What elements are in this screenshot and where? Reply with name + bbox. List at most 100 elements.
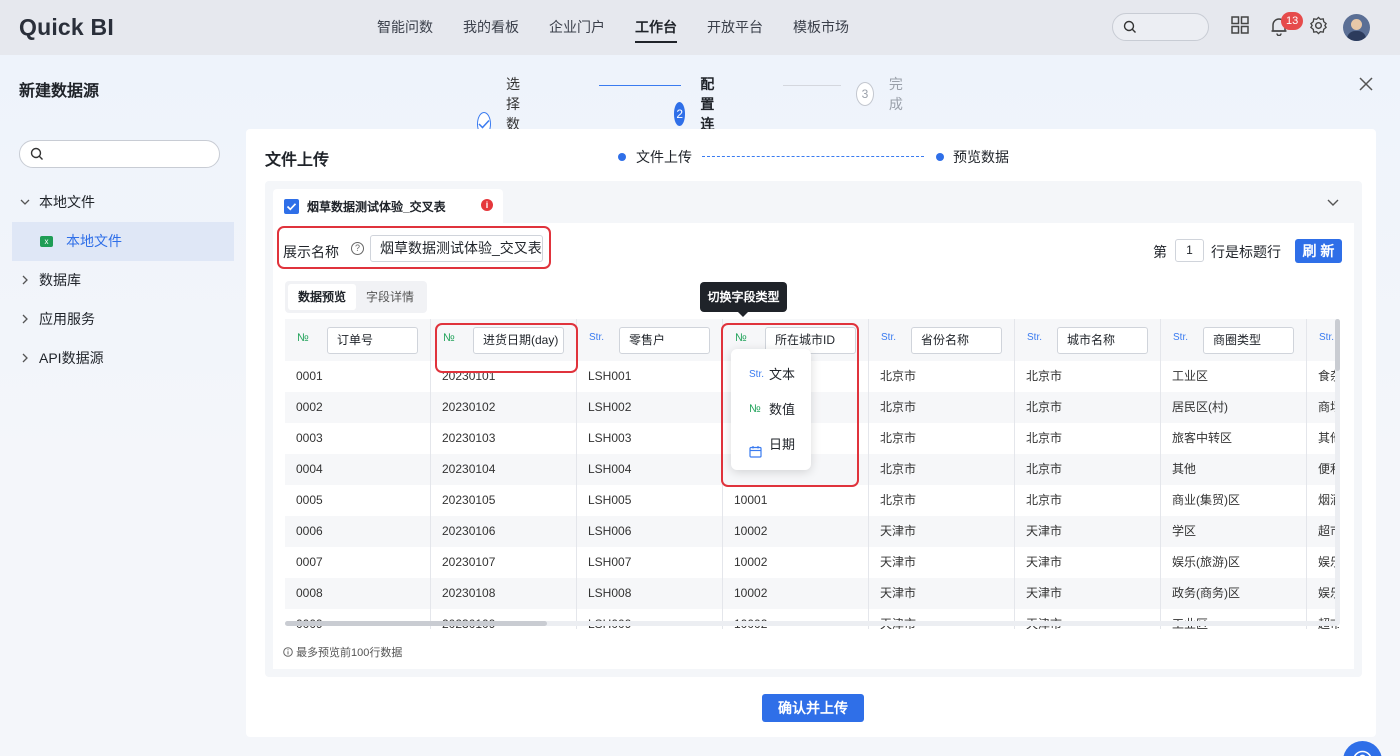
table-cell: 天津市 bbox=[1015, 547, 1161, 578]
table-cell: 政务(商务)区 bbox=[1161, 578, 1307, 609]
confirm-upload-button[interactable]: 确认并上传 bbox=[762, 694, 864, 722]
tree-local-files[interactable]: 本地文件 bbox=[12, 183, 234, 222]
preview-tabs: 数据预览 字段详情 bbox=[285, 281, 428, 313]
scrollbar-thumb[interactable] bbox=[1335, 319, 1340, 371]
field-type-toggle[interactable]: № bbox=[443, 332, 455, 344]
table-header: № 订单号 № 进货日期(day) Str. 零售户 № 所在城市ID Str.… bbox=[285, 319, 1339, 361]
header-row-input[interactable]: 1 bbox=[1175, 239, 1204, 262]
file-checkbox[interactable] bbox=[284, 199, 299, 214]
field-type-toggle[interactable]: № bbox=[297, 332, 309, 344]
table-cell: 居民区(村) bbox=[1161, 392, 1307, 423]
display-name-label: 展示名称 bbox=[283, 244, 339, 260]
tree-app-services[interactable]: 应用服务 bbox=[12, 300, 234, 339]
field-type-toggle[interactable]: Str. bbox=[881, 332, 896, 343]
tab-field-details[interactable]: 字段详情 bbox=[356, 284, 424, 310]
file-tab[interactable]: 烟草数据测试体验_交叉表 i bbox=[273, 189, 503, 223]
field-type-toggle[interactable]: Str. bbox=[1173, 332, 1188, 343]
table-cell: LSH003 bbox=[577, 423, 723, 454]
menu-item-number[interactable]: № 数值 bbox=[731, 392, 811, 427]
column-name-input[interactable]: 订单号 bbox=[327, 327, 418, 354]
table-row: 000220230102LSH002北京市北京市居民区(村)商场 bbox=[285, 392, 1339, 423]
chevron-down-icon[interactable] bbox=[1327, 199, 1339, 207]
column-name-input[interactable]: 进货日期(day) bbox=[473, 327, 564, 354]
app-logo[interactable]: Quick BI bbox=[19, 14, 114, 41]
nav-open-platform[interactable]: 开放平台 bbox=[692, 0, 778, 55]
top-bar: Quick BI 智能问数 我的看板 企业门户 工作台 开放平台 模板市场 13 bbox=[0, 0, 1400, 55]
footnote-text: 最多预览前100行数据 bbox=[296, 647, 403, 659]
table-cell: 北京市 bbox=[1015, 361, 1161, 392]
table-cell: 20230108 bbox=[431, 578, 577, 609]
column-name-input[interactable]: 城市名称 bbox=[1057, 327, 1148, 354]
table-cell: LSH007 bbox=[577, 547, 723, 578]
menu-item-label: 文本 bbox=[769, 367, 796, 382]
tree-database[interactable]: 数据库 bbox=[12, 261, 234, 300]
nav-template-market[interactable]: 模板市场 bbox=[778, 0, 864, 55]
chevron-right-icon bbox=[20, 300, 30, 339]
table-cell: 0007 bbox=[285, 547, 431, 578]
table-cell: 20230106 bbox=[431, 516, 577, 547]
field-type-toggle[interactable]: № bbox=[735, 332, 747, 344]
table-cell: 天津市 bbox=[869, 547, 1015, 578]
tree-item-label: 数据库 bbox=[39, 272, 81, 288]
apps-grid-icon[interactable] bbox=[1231, 16, 1249, 34]
table-cell: 学区 bbox=[1161, 516, 1307, 547]
table-cell: 10002 bbox=[723, 516, 869, 547]
vertical-scrollbar[interactable] bbox=[1335, 319, 1340, 625]
table-cell: 0004 bbox=[285, 454, 431, 485]
table-cell: 旅客中转区 bbox=[1161, 423, 1307, 454]
table-cell: 20230109 bbox=[431, 609, 577, 629]
table-cell: LSH009 bbox=[577, 609, 723, 629]
step-connector bbox=[599, 85, 681, 86]
tab-data-preview[interactable]: 数据预览 bbox=[288, 284, 357, 310]
sidebar-search-input[interactable] bbox=[19, 140, 220, 168]
table-cell: LSH008 bbox=[577, 578, 723, 609]
field-type-toggle[interactable]: Str. bbox=[589, 332, 604, 343]
table-cell: 0006 bbox=[285, 516, 431, 547]
table-row: 000520230105LSH00510001北京市北京市商业(集贸)区烟酒 bbox=[285, 485, 1339, 516]
display-name-input[interactable]: 烟草数据测试体验_交叉表 bbox=[370, 235, 543, 262]
tree-local-file-child[interactable]: x 本地文件 bbox=[12, 222, 234, 261]
nav-smart-query[interactable]: 智能问数 bbox=[362, 0, 448, 55]
table-row: 000920230109LSH00910002天津市天津市工业区超市 bbox=[285, 609, 1339, 629]
table-cell: 天津市 bbox=[869, 609, 1015, 629]
table-cell: 天津市 bbox=[1015, 609, 1161, 629]
tree-api-source[interactable]: API数据源 bbox=[12, 339, 234, 378]
top-search-input[interactable] bbox=[1112, 13, 1209, 41]
header-row-suffix: 行是标题行 bbox=[1211, 244, 1281, 260]
column-name-input[interactable]: 商圈类型 bbox=[1203, 327, 1294, 354]
menu-item-text[interactable]: Str. 文本 bbox=[731, 357, 811, 392]
help-button[interactable] bbox=[1343, 741, 1382, 756]
table-cell: LSH006 bbox=[577, 516, 723, 547]
nav-my-dashboard[interactable]: 我的看板 bbox=[448, 0, 534, 55]
table-cell: 北京市 bbox=[1015, 392, 1161, 423]
horizontal-scrollbar[interactable] bbox=[285, 621, 1339, 626]
table-cell: 北京市 bbox=[869, 485, 1015, 516]
table-cell: 10002 bbox=[723, 547, 869, 578]
alert-icon[interactable]: i bbox=[481, 199, 493, 211]
close-icon[interactable] bbox=[1359, 77, 1373, 91]
column-name-input[interactable]: 省份名称 bbox=[911, 327, 1002, 354]
chevron-right-icon bbox=[20, 261, 30, 300]
table-row: 000420230104LSH004北京市北京市其他便利 bbox=[285, 454, 1339, 485]
menu-item-label: 数值 bbox=[769, 402, 796, 417]
nav-workbench[interactable]: 工作台 bbox=[620, 0, 692, 55]
table-cell: 工业区 bbox=[1161, 361, 1307, 392]
top-nav: 智能问数 我的看板 企业门户 工作台 开放平台 模板市场 bbox=[362, 0, 864, 55]
scrollbar-thumb[interactable] bbox=[285, 621, 547, 626]
field-type-toggle[interactable]: Str. bbox=[1319, 332, 1334, 343]
sub-step-label: 文件上传 bbox=[636, 149, 692, 165]
gear-icon[interactable] bbox=[1309, 16, 1328, 35]
column-header: Str. 省份名称 bbox=[869, 319, 1015, 361]
nav-enterprise-portal[interactable]: 企业门户 bbox=[534, 0, 620, 55]
column-name-input[interactable]: 零售户 bbox=[619, 327, 710, 354]
tree-item-label: 应用服务 bbox=[39, 311, 95, 327]
refresh-button[interactable]: 刷 新 bbox=[1295, 239, 1342, 263]
table-cell: LSH002 bbox=[577, 392, 723, 423]
excel-icon: x bbox=[40, 236, 53, 247]
field-type-toggle[interactable]: Str. bbox=[1027, 332, 1042, 343]
user-avatar[interactable] bbox=[1343, 14, 1370, 41]
help-circle-icon[interactable]: ? bbox=[351, 242, 364, 255]
table-cell: 工业区 bbox=[1161, 609, 1307, 629]
field-type-menu: Str. 文本 № 数值 日期 bbox=[731, 349, 811, 470]
menu-item-date[interactable]: 日期 bbox=[731, 427, 811, 462]
